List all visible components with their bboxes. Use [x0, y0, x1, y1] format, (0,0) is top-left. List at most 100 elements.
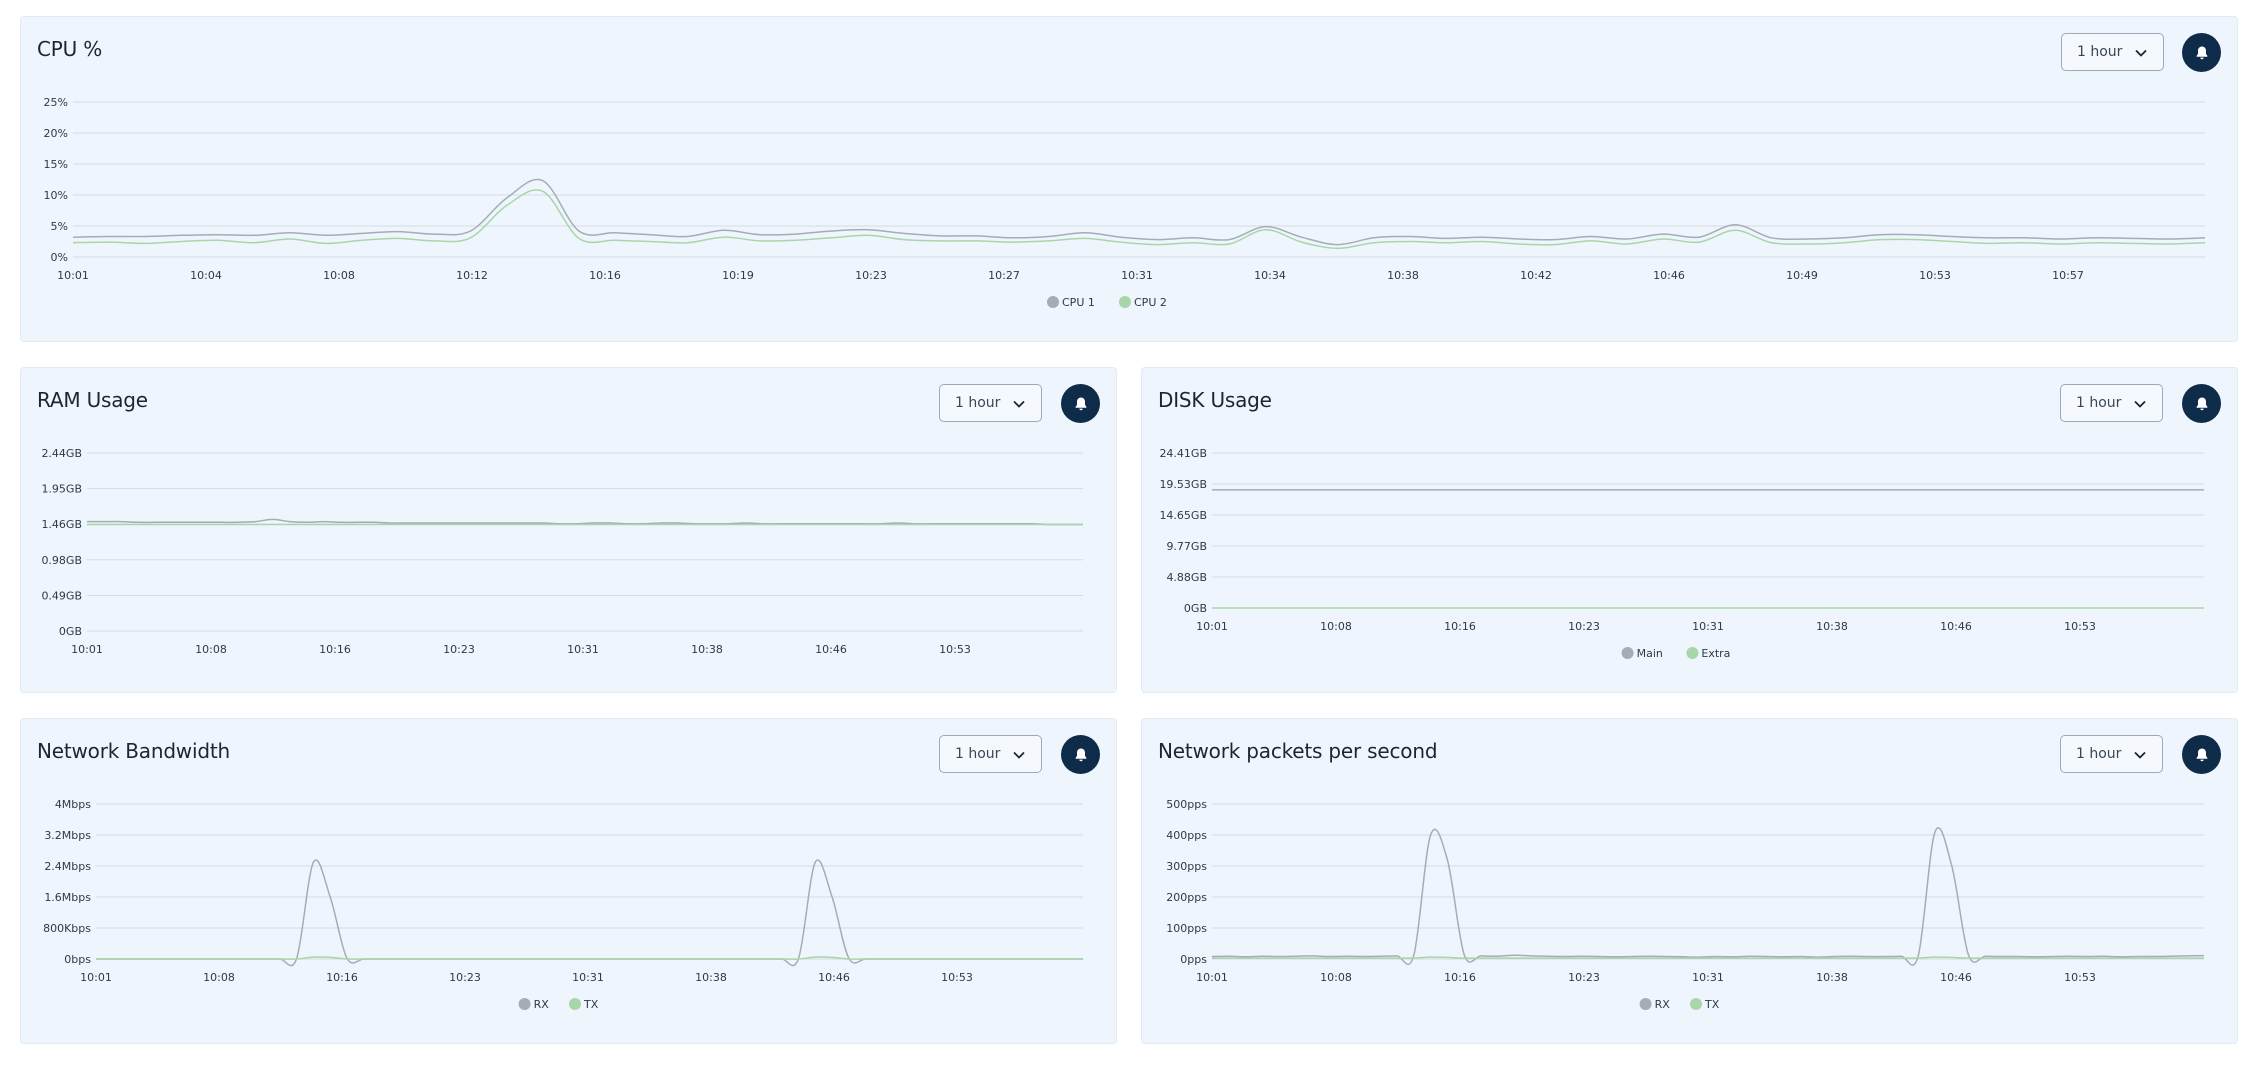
x-tick-label: 10:31 [567, 643, 599, 656]
y-tick-label: 200pps [1166, 891, 1207, 904]
y-tick-label: 1.95GB [41, 483, 82, 496]
x-tick-label: 10:01 [1196, 971, 1228, 984]
x-tick-label: 10:38 [1816, 620, 1848, 633]
x-tick-label: 10:46 [815, 643, 847, 656]
x-tick-label: 10:08 [195, 643, 227, 656]
y-tick-label: 0% [51, 251, 68, 264]
y-tick-label: 400pps [1166, 829, 1207, 842]
x-tick-label: 10:27 [988, 269, 1020, 282]
y-tick-label: 3.2Mbps [44, 829, 91, 842]
x-tick-label: 10:38 [695, 971, 727, 984]
cpu-panel: CPU % 1 hour 0% 5% 10% 15% 20% 25% 10:01 10:04 1… [20, 16, 2238, 342]
x-tick-label: 10:46 [1653, 269, 1685, 282]
x-tick-label: 10:16 [319, 643, 351, 656]
x-tick-label: 10:23 [1568, 971, 1600, 984]
x-tick-label: 10:12 [456, 269, 488, 282]
series-line-cpu-1 [72, 178, 2206, 246]
series-line-rx [96, 859, 1083, 967]
y-tick-label: 4Mbps [55, 798, 91, 811]
bandwidth-chart: 0bps 800Kbps 1.6Mbps 2.4Mbps 3.2Mbps 4Mbps 10:… [43, 798, 1083, 1011]
x-tick-label: 10:53 [2064, 620, 2096, 633]
x-tick-label: 10:31 [1121, 269, 1153, 282]
bandwidth-panel: Network Bandwidth 1 hour 0bps 800Kbps 1.6M… [20, 718, 1117, 1044]
y-tick-label: 0bps [64, 953, 91, 966]
y-tick-label: 800Kbps [43, 922, 91, 935]
x-tick-label: 10:34 [1254, 269, 1286, 282]
y-tick-label: 1.46GB [41, 518, 82, 531]
legend-swatch [1686, 647, 1699, 659]
y-tick-label: 14.65GB [1159, 509, 1207, 522]
x-tick-label: 10:23 [449, 971, 481, 984]
legend-swatch [569, 998, 581, 1010]
series-line-rx [1211, 827, 2205, 966]
x-tick-label: 10:08 [1320, 971, 1352, 984]
x-tick-label: 10:46 [1940, 971, 1972, 984]
legend-swatch [518, 998, 531, 1010]
x-tick-label: 10:31 [1692, 971, 1724, 984]
legend-swatch [1119, 296, 1131, 308]
y-tick-label: 100pps [1166, 922, 1207, 935]
y-tick-label: 2.44GB [41, 447, 82, 460]
legend-label: CPU 2 [1134, 296, 1167, 309]
x-tick-label: 10:46 [1940, 620, 1972, 633]
x-tick-label: 10:16 [1444, 971, 1476, 984]
legend-label: Extra [1701, 647, 1730, 660]
y-tick-label: 5% [51, 220, 68, 233]
legend-swatch [1690, 998, 1702, 1010]
disk-panel: DISK Usage 1 hour 0GB 4.88GB 9.77GB 14.65GB… [1141, 367, 2238, 693]
x-tick-label: 10:53 [941, 971, 973, 984]
disk-chart: 0GB 4.88GB 9.77GB 14.65GB 19.53GB 24.41GB 10:0… [1159, 447, 2204, 660]
y-tick-label: 20% [44, 127, 68, 140]
y-tick-label: 300pps [1166, 860, 1207, 873]
x-tick-label: 10:23 [443, 643, 475, 656]
y-tick-label: 2.4Mbps [44, 860, 91, 873]
x-tick-label: 10:04 [190, 269, 222, 282]
x-tick-label: 10:23 [1568, 620, 1600, 633]
legend-label: TX [583, 998, 599, 1011]
y-tick-label: 500pps [1166, 798, 1207, 811]
series-line-cpu-2 [72, 189, 2206, 250]
x-tick-label: 10:57 [2052, 269, 2084, 282]
legend-swatch [1621, 647, 1634, 659]
x-tick-label: 10:16 [1444, 620, 1476, 633]
x-tick-label: 10:31 [572, 971, 604, 984]
x-tick-label: 10:31 [1692, 620, 1724, 633]
cpu-chart: 0% 5% 10% 15% 20% 25% 10:01 10:04 10:08 10:12 10:1… [44, 96, 2206, 309]
x-tick-label: 10:01 [71, 643, 103, 656]
x-tick-label: 10:53 [1919, 269, 1951, 282]
x-tick-label: 10:23 [855, 269, 887, 282]
x-tick-label: 10:38 [1816, 971, 1848, 984]
x-tick-label: 10:08 [1320, 620, 1352, 633]
legend-label: CPU 1 [1062, 296, 1095, 309]
y-tick-label: 0.49GB [41, 589, 82, 602]
legend-label: RX [1655, 998, 1671, 1011]
packets-chart: 0pps 100pps 200pps 300pps 400pps 500pps 10:01 1… [1166, 798, 2205, 1011]
x-tick-label: 10:16 [589, 269, 621, 282]
x-tick-label: 10:08 [323, 269, 355, 282]
x-tick-label: 10:01 [1196, 620, 1228, 633]
x-tick-label: 10:01 [80, 971, 112, 984]
y-tick-label: 9.77GB [1166, 540, 1207, 553]
legend-swatch [1047, 296, 1059, 308]
x-tick-label: 10:46 [818, 971, 850, 984]
x-tick-label: 10:08 [203, 971, 235, 984]
y-tick-label: 24.41GB [1159, 447, 1207, 460]
x-tick-label: 10:16 [326, 971, 358, 984]
y-tick-label: 15% [44, 158, 68, 171]
y-tick-label: 10% [44, 189, 68, 202]
legend-label: TX [1704, 998, 1720, 1011]
legend-label: Main [1637, 647, 1663, 660]
x-tick-label: 10:19 [722, 269, 754, 282]
y-tick-label: 19.53GB [1159, 478, 1207, 491]
y-tick-label: 4.88GB [1166, 571, 1207, 584]
y-tick-label: 0.98GB [41, 554, 82, 567]
y-tick-label: 0pps [1180, 953, 1207, 966]
y-tick-label: 0GB [1184, 602, 1207, 615]
y-tick-label: 1.6Mbps [44, 891, 91, 904]
ram-chart: 0GB 0.49GB 0.98GB 1.46GB 1.95GB 2.44GB 10:01 10… [41, 447, 1083, 656]
series-line-tx [96, 956, 1083, 960]
x-tick-label: 10:49 [1786, 269, 1818, 282]
legend-swatch [1639, 998, 1652, 1010]
y-tick-label: 0GB [59, 625, 82, 638]
x-tick-label: 10:38 [1387, 269, 1419, 282]
